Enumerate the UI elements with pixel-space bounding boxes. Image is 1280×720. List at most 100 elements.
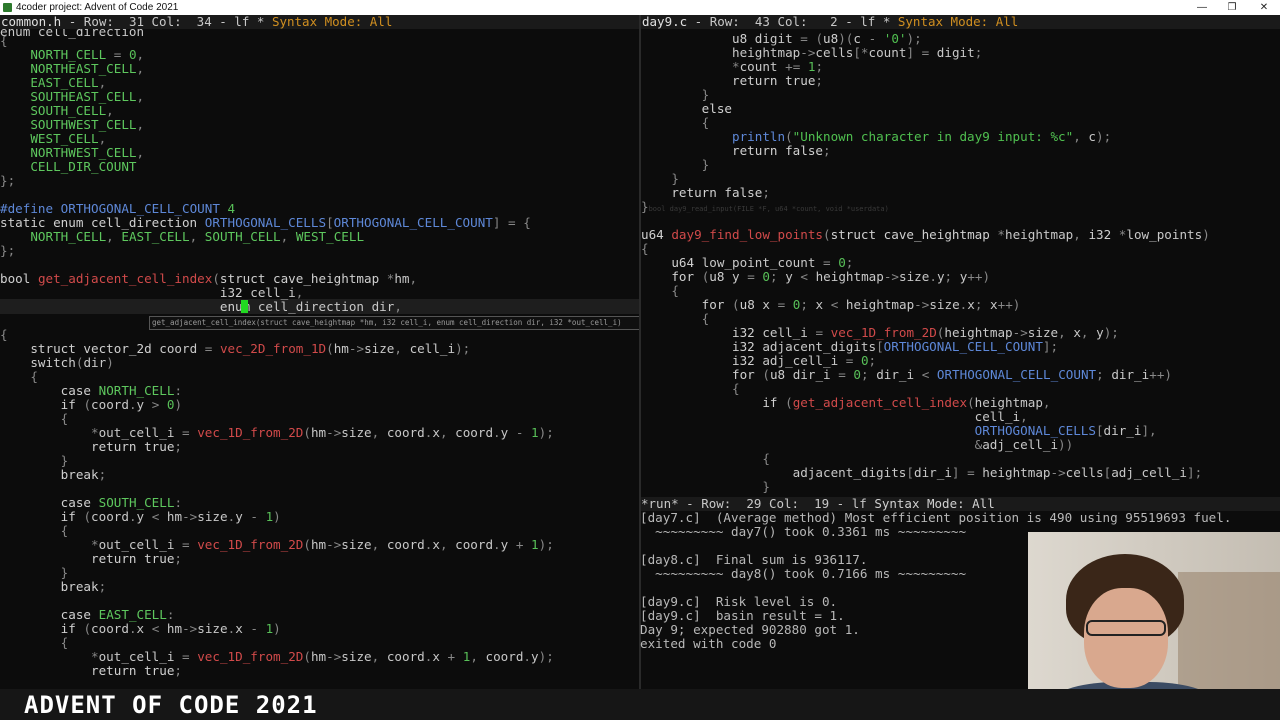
output-line: exited with code 0 bbox=[640, 636, 777, 651]
code-line: ORTHOGONAL_CELLS[dir_i], bbox=[974, 423, 1157, 438]
filebar-mode: Syntax Mode: All bbox=[271, 15, 393, 29]
code-line: return true; bbox=[732, 73, 823, 88]
app-icon bbox=[3, 3, 12, 12]
output-line: [day9.c] Risk level is 0. bbox=[640, 594, 838, 609]
code-line: u64 day9_find_low_points(struct cave_hei… bbox=[641, 227, 1210, 242]
code-line: }; bbox=[0, 173, 16, 188]
scope-comment: bool day9_read_input(FILE *F, u64 *count… bbox=[648, 205, 889, 213]
code-line: }; bbox=[0, 243, 16, 258]
webcam-person-glasses bbox=[1086, 620, 1166, 636]
code-line: for (u8 x = 0; x < heightmap->size.x; x+… bbox=[701, 297, 1021, 312]
code-line: *out_cell_i = vec_1D_from_2D(hm->size, c… bbox=[91, 425, 554, 440]
filebar-filename: common.h bbox=[1, 15, 62, 29]
code-line: if (coord.y > 0) bbox=[60, 397, 183, 412]
code-line: return false; bbox=[671, 185, 770, 200]
code-line: NORTHWEST_CELL, bbox=[30, 145, 145, 160]
output-line: [day7.c] (Average method) Most efficient… bbox=[640, 510, 1232, 525]
code-line: { bbox=[701, 115, 710, 130]
code-line: heightmap->cells[*count] = digit; bbox=[732, 45, 983, 60]
code-line: SOUTHEAST_CELL, bbox=[30, 89, 145, 104]
code-line: bool get_adjacent_cell_index(struct cave… bbox=[0, 271, 418, 286]
code-line: i32 cell_i, bbox=[219, 285, 304, 300]
code-line: u8 digit = (u8)(c - '0'); bbox=[732, 31, 922, 46]
code-line: &adj_cell_i)) bbox=[974, 437, 1074, 452]
code-line: enum cell_direction dir, bbox=[219, 299, 402, 314]
code-line: i32 cell_i = vec_1D_from_2D(heightmap->s… bbox=[732, 325, 1119, 340]
code-line: else bbox=[701, 101, 733, 116]
code-line: adjacent_digits[dir_i] = heightmap->cell… bbox=[792, 465, 1203, 480]
filebar-mode: Syntax Mode: All bbox=[897, 15, 1019, 29]
code-line: for (u8 y = 0; y < heightmap->size.y; y+… bbox=[671, 269, 991, 284]
signature-tooltip: get_adjacent_cell_index(struct cave_heig… bbox=[149, 316, 642, 330]
code-line: return true; bbox=[91, 439, 182, 454]
code-line: break; bbox=[60, 579, 107, 594]
filebar-filename: *run* bbox=[641, 496, 679, 511]
code-right[interactable]: u8 digit = (u8)(c - '0'); heightmap->cel… bbox=[641, 29, 1280, 497]
filebar-filename: day9.c bbox=[642, 15, 688, 29]
code-line: { bbox=[641, 241, 649, 256]
code-line: { bbox=[762, 451, 770, 466]
filebar-run: *run* - Row: 29 Col: 19 - lf Syntax Mode… bbox=[641, 497, 1280, 511]
code-line: } bbox=[671, 171, 679, 186]
text-cursor bbox=[241, 300, 248, 313]
output-line: [day8.c] Final sum is 936117. bbox=[640, 552, 868, 567]
code-line: { bbox=[0, 327, 8, 342]
code-line: case NORTH_CELL: bbox=[60, 383, 183, 398]
output-line: [day9.c] basin result = 1. bbox=[640, 608, 845, 623]
output-line: Day 9; expected 902880 got 1. bbox=[640, 622, 860, 637]
code-line: #define ORTHOGONAL_CELL_COUNT 4 bbox=[0, 201, 236, 216]
code-line: { bbox=[701, 311, 710, 326]
close-button[interactable]: ✕ bbox=[1249, 0, 1279, 15]
maximize-button[interactable]: ❐ bbox=[1217, 0, 1247, 15]
code-line: i32 adj_cell_i = 0; bbox=[732, 353, 877, 368]
filebar-position: - Row: 31 Col: 34 - lf * bbox=[61, 15, 272, 29]
code-line: } bbox=[701, 157, 710, 172]
code-line: *count += 1; bbox=[732, 59, 824, 74]
code-line: case SOUTH_CELL: bbox=[60, 495, 183, 510]
code-line: NORTH_CELL, EAST_CELL, SOUTH_CELL, WEST_… bbox=[30, 229, 365, 244]
code-line: }bool day9_read_input(FILE *F, u64 *coun… bbox=[641, 199, 889, 214]
code-line: NORTH_CELL = 0, bbox=[30, 47, 145, 62]
banner-title: ADVENT OF CODE 2021 bbox=[24, 691, 318, 719]
webcam-shelf bbox=[1178, 572, 1280, 692]
code-line: *out_cell_i = vec_1D_from_2D(hm->size, c… bbox=[91, 649, 554, 664]
code-line: } bbox=[60, 453, 69, 468]
filebar-right: day9.c - Row: 43 Col: 2 - lf * Syntax Mo… bbox=[641, 15, 1280, 29]
code-line: case EAST_CELL: bbox=[60, 607, 175, 622]
webcam-person-face bbox=[1084, 588, 1168, 688]
code-line: { bbox=[0, 33, 8, 48]
code-line: i32 adjacent_digits[ORTHOGONAL_CELL_COUN… bbox=[732, 339, 1059, 354]
code-left[interactable]: enum cell_direction { NORTH_CELL = 0, NO… bbox=[0, 29, 639, 689]
code-line: SOUTH_CELL, bbox=[30, 103, 114, 118]
window-title: 4coder project: Advent of Code 2021 bbox=[16, 2, 179, 13]
code-line: { bbox=[60, 523, 69, 538]
window-titlebar: 4coder project: Advent of Code 2021 — ❐ … bbox=[0, 0, 1280, 15]
code-line: println("Unknown character in day9 input… bbox=[732, 129, 1112, 144]
code-line: } bbox=[762, 479, 770, 494]
output-line: ~~~~~~~~~ day7() took 0.3361 ms ~~~~~~~~… bbox=[640, 524, 967, 539]
code-line: break; bbox=[60, 467, 107, 482]
code-line: if (coord.x < hm->size.x - 1) bbox=[60, 621, 281, 636]
code-line: static enum cell_direction ORTHOGONAL_CE… bbox=[0, 215, 531, 230]
code-line: return false; bbox=[732, 143, 831, 158]
code-line: if (get_adjacent_cell_index(heightmap, bbox=[762, 395, 1051, 410]
code-line: SOUTHWEST_CELL, bbox=[30, 117, 145, 132]
code-line: for (u8 dir_i = 0; dir_i < ORTHOGONAL_CE… bbox=[732, 367, 1172, 382]
code-line: switch(dir) bbox=[30, 355, 114, 370]
code-line: WEST_CELL, bbox=[30, 131, 107, 146]
code-line: CELL_DIR_COUNT bbox=[30, 159, 137, 174]
code-line: { bbox=[60, 411, 69, 426]
filebar-position: - Row: 29 Col: 19 - lf bbox=[678, 496, 875, 511]
minimize-button[interactable]: — bbox=[1187, 0, 1217, 15]
code-line: } bbox=[60, 565, 69, 580]
output-line: ~~~~~~~~~ day8() took 0.7166 ms ~~~~~~~~… bbox=[640, 566, 967, 581]
filebar-position: - Row: 43 Col: 2 - lf * bbox=[687, 15, 898, 29]
code-line: cell_i, bbox=[974, 409, 1028, 424]
code-line: enum cell_direction bbox=[0, 29, 145, 39]
filebar-left: common.h - Row: 31 Col: 34 - lf * Syntax… bbox=[0, 15, 639, 29]
code-line: { bbox=[671, 283, 679, 298]
code-line: if (coord.y < hm->size.y - 1) bbox=[60, 509, 281, 524]
code-line: u64 low_point_count = 0; bbox=[671, 255, 854, 270]
code-line: } bbox=[701, 87, 710, 102]
code-line: *out_cell_i = vec_1D_from_2D(hm->size, c… bbox=[91, 537, 554, 552]
